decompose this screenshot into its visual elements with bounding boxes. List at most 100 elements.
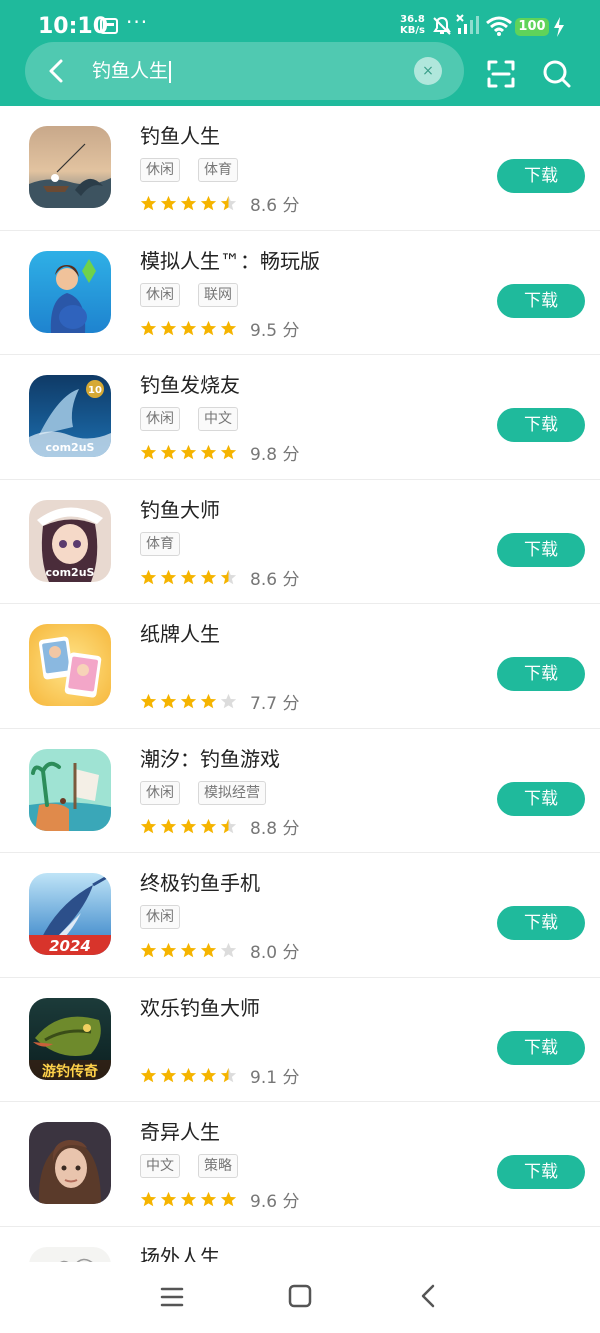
star-rating: [140, 1191, 237, 1208]
battery-indicator: 100: [515, 18, 549, 36]
download-button[interactable]: 下载: [497, 159, 585, 193]
app-icon[interactable]: com2uS: [29, 499, 111, 582]
star-half-icon: [220, 195, 237, 211]
download-button[interactable]: 下载: [497, 283, 585, 318]
app-tag: 模拟经营: [198, 780, 266, 805]
app-icon[interactable]: [29, 748, 111, 831]
download-button[interactable]: 下载: [497, 906, 585, 940]
list-item[interactable]: 游钓传奇 欢乐钓鱼大师 9.1 分 下载: [0, 978, 600, 1102]
search-icon[interactable]: [541, 58, 573, 90]
app-tag: 中文: [140, 1154, 180, 1178]
app-tag: 中文: [198, 407, 238, 431]
app-icon[interactable]: [29, 1122, 111, 1204]
star-full-icon: [200, 1191, 217, 1207]
star-rating: [140, 818, 237, 835]
star-full-icon: [160, 320, 177, 335]
download-button[interactable]: 下载: [497, 657, 585, 691]
list-item[interactable]: 潮汐：钓鱼游戏 休闲 模拟经营 8.8 分 下载: [0, 729, 600, 853]
app-name: 潮汐：钓鱼游戏: [140, 746, 280, 771]
app-rating: 8.6 分: [140, 565, 299, 590]
star-full-icon: [180, 818, 197, 833]
star-full-icon: [200, 569, 217, 584]
signal-icon: [456, 14, 479, 34]
list-item[interactable]: 钓鱼人生 休闲 体育 8.6 分 下载: [0, 106, 600, 231]
star-full-icon: [180, 569, 197, 584]
app-rating: 8.6 分: [140, 191, 299, 216]
download-button[interactable]: 下载: [497, 781, 585, 816]
star-full-icon: [160, 1191, 177, 1207]
nav-back-icon[interactable]: [418, 1284, 438, 1308]
star-full-icon: [160, 569, 177, 584]
app-icon[interactable]: [29, 126, 111, 208]
network-speed-unit: KB/s: [400, 25, 425, 36]
system-nav-bar: [0, 1262, 600, 1333]
app-icon[interactable]: [29, 624, 111, 706]
star-rating: [140, 942, 237, 959]
star-full-icon: [160, 444, 177, 460]
clear-search-button[interactable]: ×: [414, 57, 442, 85]
download-button[interactable]: 下载: [497, 532, 585, 567]
app-score: 9.1 分: [250, 1067, 300, 1088]
star-full-icon: [200, 942, 217, 958]
star-empty-icon: [220, 693, 237, 709]
app-rating: 9.1 分: [140, 1063, 299, 1088]
icon-year-label: 2024: [49, 937, 91, 955]
search-input[interactable]: 钓鱼人生: [92, 58, 171, 84]
star-full-icon: [220, 444, 237, 460]
search-query: 钓鱼人生: [92, 60, 169, 82]
download-button[interactable]: 下载: [497, 408, 585, 442]
back-icon[interactable]: [42, 56, 72, 86]
search-box[interactable]: [25, 42, 464, 100]
app-tag: 休闲: [140, 905, 180, 929]
icon-brand-label: com2uS: [46, 441, 95, 454]
star-full-icon: [140, 1191, 157, 1207]
svg-text:10: 10: [88, 385, 102, 396]
star-full-icon: [160, 942, 177, 958]
star-full-icon: [200, 195, 217, 211]
star-full-icon: [140, 320, 157, 335]
list-item[interactable]: 10 com2uS 钓鱼发烧友 休闲 中文 9.8 分 下载: [0, 355, 600, 480]
app-name: 钓鱼人生: [140, 124, 220, 148]
app-header: 10:10 ··· 36.8 KB/s 100 钓鱼人生 ×: [0, 0, 600, 106]
text-caret: [169, 60, 171, 83]
app-tags: 休闲 模拟经营: [140, 780, 266, 805]
recent-apps-icon[interactable]: [160, 1286, 184, 1308]
network-speed-value: 36.8: [400, 14, 425, 25]
app-rating: 8.8 分: [140, 814, 299, 839]
app-score: 7.7 分: [250, 694, 300, 714]
status-time: 10:10: [38, 14, 109, 39]
search-results-list: 钓鱼人生 休闲 体育 8.6 分 下载 模拟人生™：畅玩版 休闲 联网 9.5 …: [0, 106, 600, 1287]
app-name: 钓鱼发烧友: [140, 373, 240, 397]
app-name: 纸牌人生: [140, 622, 220, 646]
app-icon[interactable]: 2024: [29, 873, 111, 955]
list-item[interactable]: 2024 终极钓鱼手机 休闲 8.0 分 下载: [0, 853, 600, 978]
more-notifications-icon: ···: [126, 10, 149, 34]
list-item[interactable]: 奇异人生 中文 策略 9.6 分 下载: [0, 1102, 600, 1227]
list-item[interactable]: 模拟人生™：畅玩版 休闲 联网 9.5 分 下载: [0, 231, 600, 355]
star-full-icon: [180, 1067, 197, 1082]
star-full-icon: [200, 818, 217, 833]
app-icon[interactable]: 10 com2uS: [29, 375, 111, 457]
star-half-icon: [220, 569, 237, 584]
app-name: 终极钓鱼手机: [140, 871, 260, 895]
notification-app-icon: [100, 18, 118, 34]
app-icon[interactable]: [29, 250, 111, 333]
app-score: 8.0 分: [250, 943, 300, 963]
icon-title-label: 游钓传奇: [42, 1063, 98, 1080]
star-half-icon: [220, 1067, 237, 1082]
app-tag: 休闲: [140, 780, 180, 805]
app-score: 9.6 分: [250, 1192, 300, 1212]
app-icon[interactable]: 游钓传奇: [29, 997, 111, 1080]
app-rating: 9.6 分: [140, 1187, 299, 1212]
app-tag: 策略: [198, 1154, 238, 1178]
app-name: 模拟人生™：畅玩版: [140, 248, 320, 273]
list-item[interactable]: 纸牌人生 7.7 分 下载: [0, 604, 600, 729]
download-button[interactable]: 下载: [497, 1030, 585, 1065]
list-item[interactable]: com2uS 钓鱼大师 体育 8.6 分 下载: [0, 480, 600, 604]
scan-icon[interactable]: [485, 58, 517, 90]
download-button[interactable]: 下载: [497, 1155, 585, 1189]
home-icon[interactable]: [288, 1284, 312, 1308]
mute-icon: [433, 16, 451, 35]
star-rating: [140, 195, 237, 212]
star-full-icon: [220, 1191, 237, 1207]
